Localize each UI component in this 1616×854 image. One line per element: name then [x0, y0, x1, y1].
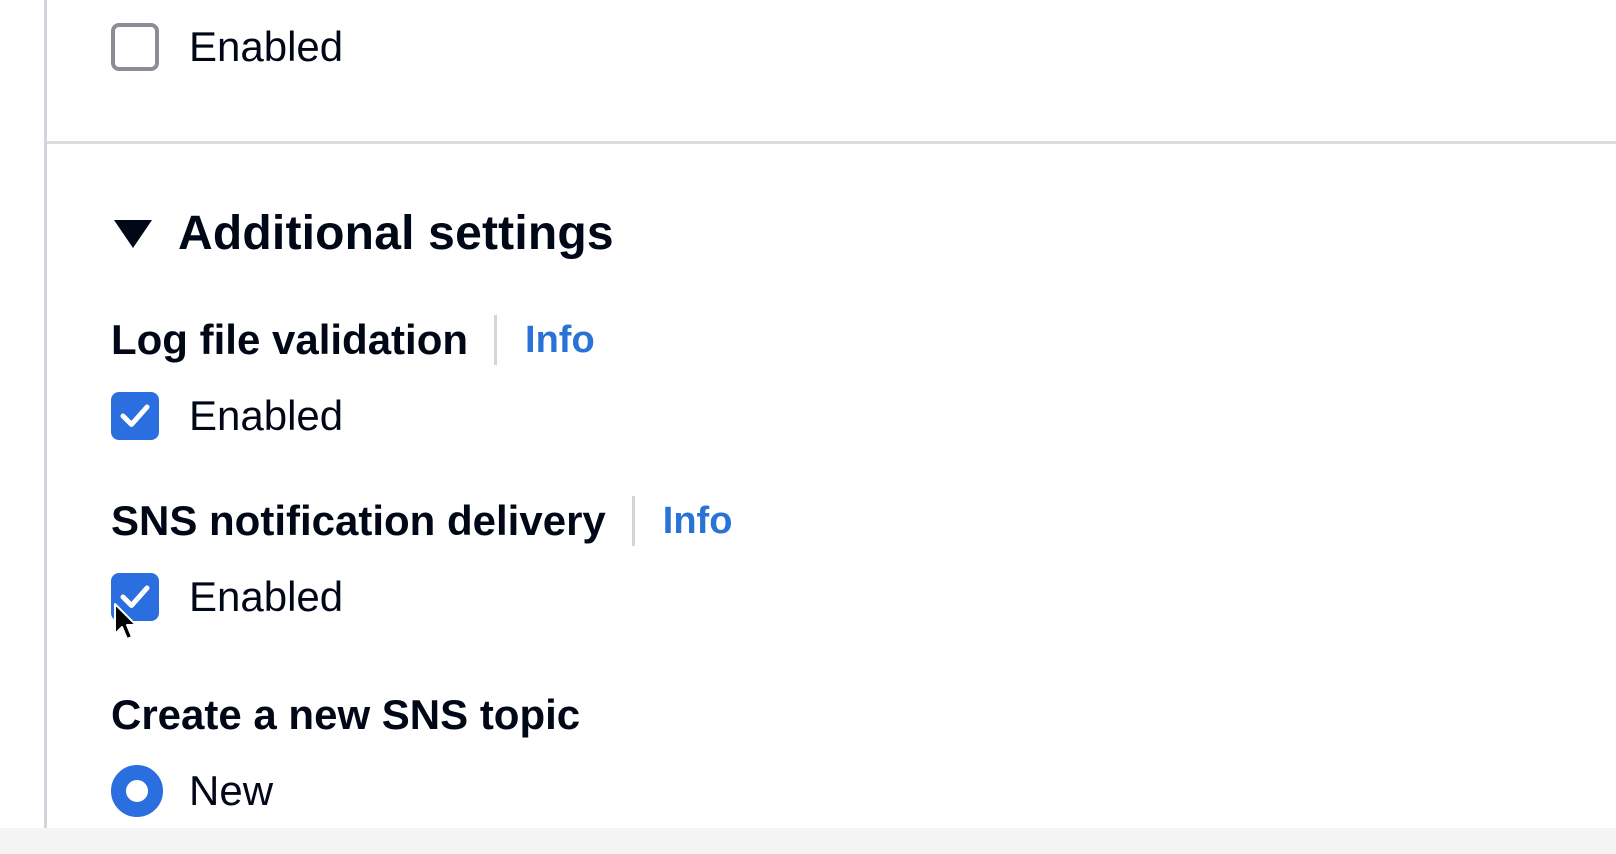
label-separator [494, 315, 498, 365]
page: Enabled Additional settings Log file val… [0, 0, 1616, 854]
additional-settings-toggle[interactable]: Additional settings [114, 200, 614, 268]
top-enabled-option[interactable]: Enabled [111, 21, 343, 73]
create-sns-topic-label: Create a new SNS topic [111, 691, 581, 738]
caret-down-icon [114, 220, 152, 248]
additional-settings-title: Additional settings [178, 207, 614, 260]
sns-notification-delivery-checkbox[interactable] [111, 573, 159, 621]
label-separator [631, 496, 635, 546]
sns-notification-delivery-header: SNS notification delivery Info [111, 491, 732, 551]
sns-notification-delivery-option-label: Enabled [189, 573, 344, 620]
bottom-strip [0, 828, 1616, 854]
log-file-validation-checkbox[interactable] [111, 392, 159, 440]
checkmark-icon [120, 404, 150, 427]
log-file-validation-option-label: Enabled [189, 392, 344, 439]
sns-notification-delivery-option[interactable]: Enabled [111, 571, 343, 623]
create-sns-topic-new-option[interactable]: New [111, 765, 273, 817]
panel-left-border [44, 0, 47, 828]
sns-notification-delivery-label: SNS notification delivery [111, 497, 606, 544]
create-sns-topic-new-radio[interactable] [111, 765, 163, 817]
log-file-validation-option[interactable]: Enabled [111, 390, 343, 442]
log-file-validation-header: Log file validation Info [111, 310, 595, 370]
log-file-validation-info-link[interactable]: Info [525, 310, 595, 370]
checkmark-icon [120, 585, 150, 608]
create-sns-topic-new-label: New [189, 767, 274, 814]
top-enabled-label: Enabled [189, 23, 344, 70]
top-enabled-checkbox[interactable] [111, 23, 159, 71]
log-file-validation-label: Log file validation [111, 316, 469, 363]
create-sns-topic-header: Create a new SNS topic [111, 685, 580, 745]
sns-notification-delivery-info-link[interactable]: Info [663, 491, 733, 551]
section-divider [47, 141, 1616, 144]
